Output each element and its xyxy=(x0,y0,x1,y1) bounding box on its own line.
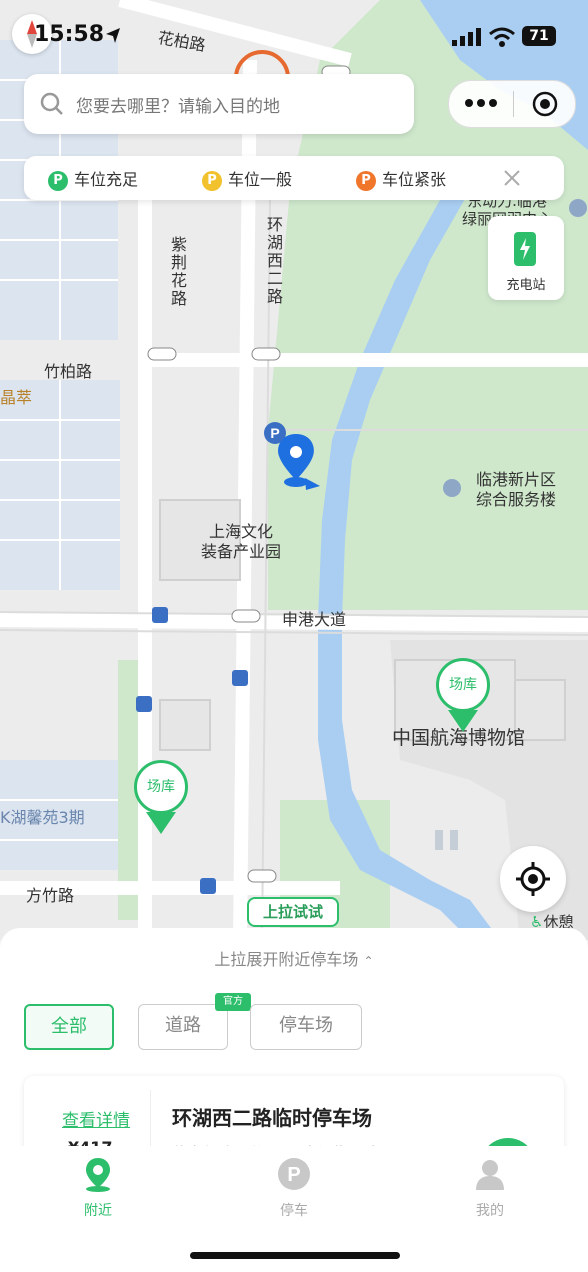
parking-lot-marker[interactable]: 场库 xyxy=(434,658,496,738)
close-miniprogram-icon[interactable] xyxy=(531,90,559,122)
parking-orange-icon: P xyxy=(356,170,376,191)
road-char: 环 xyxy=(266,215,283,234)
locate-me-button[interactable] xyxy=(500,846,566,912)
road-char: 紫 xyxy=(170,235,187,254)
tab-parking[interactable]: P 停车 xyxy=(254,1156,334,1220)
poi-lake-garden: K湖馨苑3期 xyxy=(0,808,85,827)
filter-label: 停车场 xyxy=(279,1015,333,1036)
crosshair-icon xyxy=(515,861,551,901)
more-icon[interactable] xyxy=(463,93,499,117)
poi-lingang-center[interactable]: 临港新片区 综合服务楼 xyxy=(466,470,566,510)
poi-line: 装备产业园 xyxy=(200,542,281,561)
road-label-shengang: 申港大道 xyxy=(282,610,347,629)
battery-indicator: 71 xyxy=(522,26,556,46)
pull-up-tip: 上拉试试 xyxy=(247,897,339,927)
status-time: 15:58 xyxy=(34,22,105,47)
filter-parking-lot[interactable]: 停车场 xyxy=(250,1004,362,1050)
road-char: 湖 xyxy=(266,233,283,252)
poi-jingcui: 晶萃 xyxy=(0,388,33,407)
svg-text:P: P xyxy=(270,425,279,441)
poi-line: 临港新片区 xyxy=(475,470,556,489)
search-input[interactable]: 您要去哪里？请输入目的地 xyxy=(24,74,414,134)
road-label-zijinghua: 紫 荆 花 路 xyxy=(170,236,188,308)
map-view[interactable]: P 花柏路 竹柏路 申港大道 方竹路 紫 荆 花 路 环 湖 西 二 路 晶萃 … xyxy=(0,0,588,940)
lot-marker-label: 场库 xyxy=(436,658,490,712)
road-char: 路 xyxy=(170,289,187,308)
filter-label: 全部 xyxy=(51,1016,87,1037)
filter-road[interactable]: 道路 官方 xyxy=(138,993,251,1050)
road-label-zhubai: 竹柏路 xyxy=(44,362,93,381)
home-indicator xyxy=(190,1252,400,1259)
location-arrow-icon xyxy=(104,26,122,48)
filter-all[interactable]: 全部 xyxy=(24,1004,114,1050)
tab-mine[interactable]: 我的 xyxy=(450,1156,530,1220)
charging-station-label: 充电站 xyxy=(506,278,546,293)
parking-icon: P xyxy=(254,1156,334,1196)
lot-marker-label: 场库 xyxy=(134,760,188,814)
search-icon xyxy=(40,92,64,120)
parking-green-icon: P xyxy=(48,170,68,191)
charging-station-button[interactable]: 充电站 xyxy=(488,216,564,300)
tab-label: 附近 xyxy=(84,1203,112,1219)
poi-line: 综合服务楼 xyxy=(475,490,556,509)
legend-label: 车位一般 xyxy=(228,170,293,189)
legend-label: 车位充足 xyxy=(74,170,139,189)
tab-label: 停车 xyxy=(280,1203,308,1219)
wifi-icon xyxy=(488,26,516,52)
legend-item-tight: P 车位紧张 xyxy=(356,166,446,191)
chevron-up-icon: ⌃ xyxy=(363,954,374,968)
capsule-divider xyxy=(513,91,514,117)
filter-label: 道路 xyxy=(165,1015,201,1036)
svg-text:P: P xyxy=(287,1164,300,1186)
view-detail-link[interactable]: 查看详情 xyxy=(62,1106,130,1131)
parking-availability-legend: P 车位充足 P 车位一般 P 车位紧张 xyxy=(24,156,564,200)
miniprogram-capsule xyxy=(448,80,576,128)
poi-shanghai-park[interactable]: 上海文化 装备产业园 xyxy=(186,522,296,562)
user-icon xyxy=(450,1156,530,1196)
charging-station-icon xyxy=(512,230,540,272)
signal-icon xyxy=(452,28,482,50)
road-char: 荆 xyxy=(170,253,187,272)
poi-line: 上海文化 xyxy=(208,522,273,541)
road-char: 西 xyxy=(266,251,283,270)
legend-item-plenty: P 车位充足 xyxy=(48,166,138,191)
tab-label: 我的 xyxy=(476,1203,504,1219)
sheet-hint-label: 上拉展开附近停车场 xyxy=(214,950,359,969)
parking-yellow-icon: P xyxy=(202,170,222,191)
road-char: 路 xyxy=(266,287,283,306)
search-placeholder: 您要去哪里？请输入目的地 xyxy=(76,97,280,117)
parking-lot-marker[interactable]: 场库 xyxy=(132,760,194,840)
lot-marker-pointer-icon xyxy=(146,812,176,834)
battery-level: 71 xyxy=(529,28,549,44)
legend-label: 车位紧张 xyxy=(382,170,447,189)
lot-marker-pointer-icon xyxy=(448,710,478,732)
location-pin-icon xyxy=(58,1156,138,1196)
tab-nearby[interactable]: 附近 xyxy=(58,1156,138,1220)
official-badge: 官方 xyxy=(215,993,251,1011)
road-label-fangzhu: 方竹路 xyxy=(26,886,75,905)
sheet-hint[interactable]: 上拉展开附近停车场 ⌃ xyxy=(0,946,588,970)
road-label-huanhu: 环 湖 西 二 路 xyxy=(266,216,284,306)
card-title: 环湖西二路临时停车场 xyxy=(172,1106,372,1130)
legend-item-moderate: P 车位一般 xyxy=(202,166,292,191)
road-char: 花 xyxy=(170,271,187,290)
road-char: 二 xyxy=(266,269,283,288)
close-legend-icon[interactable] xyxy=(502,168,522,192)
